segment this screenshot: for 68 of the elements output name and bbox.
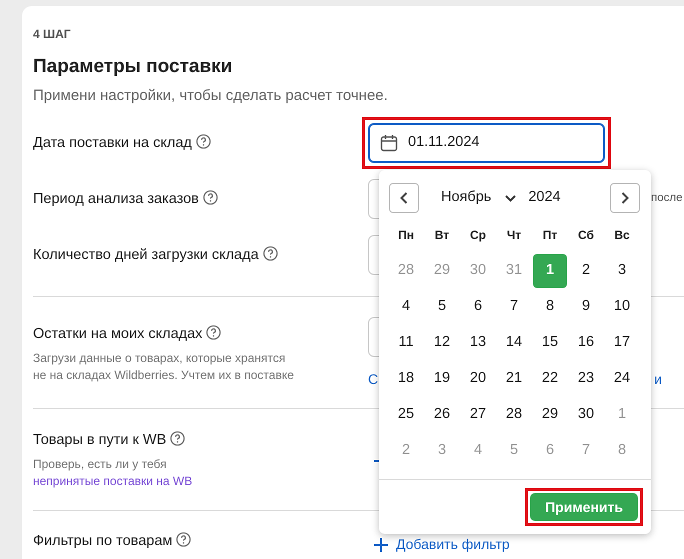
- field-label: Количество дней загрузки склада: [33, 246, 259, 263]
- help-icon[interactable]: [206, 325, 222, 340]
- weekday-label: Чт: [506, 227, 522, 244]
- calendar-day[interactable]: 22: [533, 362, 567, 396]
- calendar-day[interactable]: 7: [497, 290, 531, 324]
- calendar-day[interactable]: 5: [425, 290, 459, 324]
- month-dropdown[interactable]: Ноябрь: [441, 187, 516, 209]
- help-icon[interactable]: [170, 431, 186, 446]
- chevron-left-icon: [400, 192, 408, 204]
- next-month-button[interactable]: [610, 183, 640, 213]
- calendar-day[interactable]: 28: [497, 398, 531, 432]
- calendar-day[interactable]: 8: [533, 290, 567, 324]
- year-field[interactable]: 2024: [528, 187, 561, 209]
- calendar-day[interactable]: 17: [605, 326, 639, 360]
- weekday-label: Пт: [542, 227, 558, 244]
- weekday-label: Сб: [577, 227, 595, 244]
- field-label: Остатки на моих складах: [33, 326, 202, 342]
- calendar-day[interactable]: 30: [569, 398, 603, 432]
- calendar-day[interactable]: 26: [425, 398, 459, 432]
- field-label: Дата поставки на склад: [33, 134, 192, 151]
- weekday-label: Вс: [613, 227, 631, 244]
- calendar-day[interactable]: 9: [569, 290, 603, 324]
- step-label: 4 ШАГ: [33, 26, 72, 42]
- chevron-right-icon: [621, 192, 629, 204]
- weekday-label: Вт: [434, 227, 450, 244]
- field-label: Товары в пути к WB: [33, 432, 166, 448]
- calendar-day[interactable]: 15: [533, 326, 567, 360]
- calendar-day[interactable]: 3: [605, 254, 639, 288]
- supplies-link[interactable]: непринятые поставки на WB: [33, 474, 192, 488]
- help-icon[interactable]: [202, 190, 218, 205]
- field-description: Загрузи данные о товарах, которые хранятся не на складах Wildberries. Учтем их в поставке: [33, 350, 294, 382]
- calendar-day[interactable]: 27: [461, 398, 495, 432]
- field-hint: после: [651, 191, 682, 206]
- upload-link[interactable]: и: [654, 369, 662, 390]
- calendar-day[interactable]: 23: [569, 362, 603, 396]
- calendar-icon: [380, 134, 398, 152]
- calendar-day[interactable]: 11: [389, 326, 423, 360]
- weekday-label: Ср: [469, 227, 487, 244]
- calendar-day[interactable]: 29: [533, 398, 567, 432]
- calendar-day[interactable]: 24: [605, 362, 639, 396]
- calendar-day[interactable]: 18: [389, 362, 423, 396]
- calendar-day[interactable]: 13: [461, 326, 495, 360]
- calendar-day[interactable]: 14: [497, 326, 531, 360]
- calendar-day[interactable]: 25: [389, 398, 423, 432]
- calendar-day[interactable]: 12: [425, 326, 459, 360]
- calendar-day[interactable]: 2: [569, 254, 603, 288]
- field-description: Проверь, есть ли у тебя: [33, 456, 167, 470]
- section-subtitle: Примени настройки, чтобы сделать расчет точнее.: [33, 86, 389, 106]
- calendar-day[interactable]: 16: [569, 326, 603, 360]
- calendar-day[interactable]: 10: [605, 290, 639, 324]
- calendar-day[interactable]: 19: [425, 362, 459, 396]
- calendar-day[interactable]: 21: [497, 362, 531, 396]
- chevron-down-icon: [505, 194, 516, 202]
- field-label: Фильтры по товарам: [33, 533, 172, 549]
- date-field[interactable]: 01.11.2024: [368, 123, 605, 163]
- calendar-day[interactable]: 20: [461, 362, 495, 396]
- add-filter-link[interactable]: Добавить фильтр: [396, 534, 510, 555]
- calendar-day[interactable]: 4: [389, 290, 423, 324]
- plus-icon: [374, 538, 388, 552]
- section-title: Параметры поставки: [33, 55, 234, 79]
- help-icon[interactable]: [176, 532, 192, 547]
- help-icon[interactable]: [262, 246, 278, 261]
- field-label: Период анализа заказов: [33, 190, 199, 207]
- help-icon[interactable]: [196, 134, 211, 149]
- weekday-label: Пн: [397, 227, 415, 244]
- upload-link[interactable]: С: [368, 369, 378, 390]
- calendar-day[interactable]: 6: [461, 290, 495, 324]
- previous-month-button[interactable]: [389, 183, 419, 213]
